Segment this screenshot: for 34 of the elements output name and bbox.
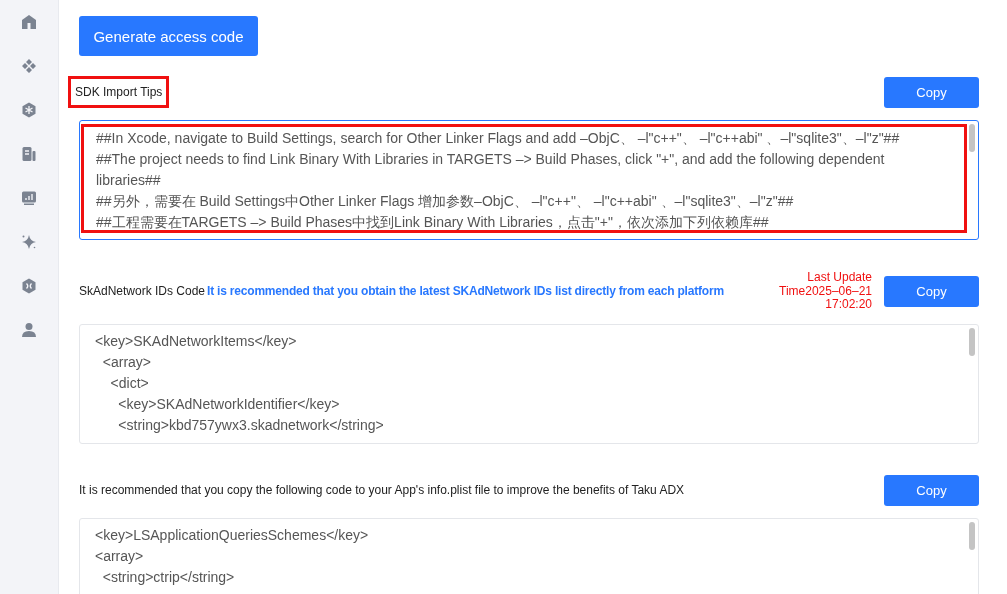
hexagon-icon[interactable] (21, 278, 37, 294)
code-line: <dict> (109, 373, 150, 393)
copy-button[interactable]: Copy (884, 76, 979, 108)
code-line: <array> (95, 546, 145, 566)
home-icon[interactable] (21, 14, 37, 30)
code-line: <key>LSApplicationQueriesSchemes</key> (95, 525, 370, 545)
snowflake-icon[interactable] (21, 102, 37, 118)
code-line: ##The project needs to find Link Binary With Libraries in TARGETS –> Build Phases, click "+", and add the following dependent libraries## (96, 150, 886, 190)
scrollbar-thumb[interactable] (969, 124, 975, 152)
code-line: <string>ctrip</string> (101, 567, 236, 587)
code-line: ##In Xcode, navigate to Build Settings, search for Other Linker Flags and add –ObjC、 –l"c++"、 –l"c++abi" 、–l"sqlite3"、–l"z"## (96, 129, 901, 148)
diamonds-icon[interactable] (21, 58, 37, 74)
recommendation-text: It is recommended that you obtain the latest SKAdNetwork IDs list directly from each platform (207, 284, 724, 299)
copy-button[interactable]: Copy (884, 275, 979, 307)
section-label: It is recommended that you copy the following code to your App's info.plist file to improve the benefits of Taku ADX (79, 483, 685, 497)
scrollbar-thumb[interactable] (969, 327, 975, 356)
code-line: ##工程需要在TARGETS –> Build Phases中找到Link Binary With Libraries，点击"+"，依次添加下列依赖库## (96, 213, 770, 230)
code-line: <key>SKAdNetworkItems</key> (95, 331, 298, 351)
code-line: <array> (101, 352, 153, 372)
sparkle-icon[interactable] (21, 234, 37, 250)
code-line: <key>SKAdNetworkIdentifier</key> (117, 394, 341, 414)
scrollbar-thumb[interactable] (969, 521, 975, 550)
code-field[interactable]: <key>SKAdNetworkItems</key> <array> <dict> <key>SKAdNetworkIdentifier</key> <string>kbd757ywx3.skadnetwork</string> (79, 323, 979, 444)
copy-button[interactable]: Copy (884, 474, 979, 506)
generate-access-code-button[interactable]: Generate access code (79, 16, 258, 56)
chart-icon[interactable] (21, 190, 37, 206)
section-label: SkAdNetwork IDs Code (79, 284, 206, 299)
code-field[interactable]: <key>LSApplicationQueriesSchemes</key> <array> <string>ctrip</string> (79, 517, 979, 594)
section-label: SDK Import Tips (68, 76, 170, 108)
last-update-time: Last Update Time2025–06–21 17:02:20 (779, 271, 872, 312)
user-icon[interactable] (21, 322, 37, 338)
code-line: <string>kbd757ywx3.skadnetwork</string> (117, 415, 385, 435)
code-line: ##另外，需要在 Build Settings中Other Linker Flags 增加参数–ObjC、 –l"c++"、 –l"c++abi" 、–l"sqlite3"、–l"z"## (96, 192, 795, 211)
document-icon[interactable] (21, 146, 37, 162)
